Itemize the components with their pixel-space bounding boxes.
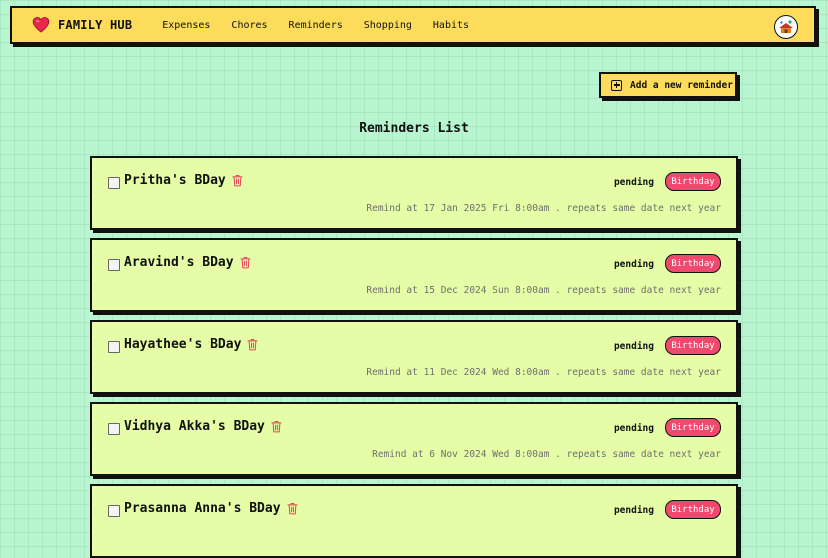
avatar-icon [776,17,796,37]
status-label: pending [613,259,654,270]
nav-link-shopping[interactable]: Shopping [364,20,412,31]
nav-link-reminders[interactable]: Reminders [289,20,343,31]
plus-square-icon [611,79,622,91]
reminder-title: Aravind's BDay [124,255,251,270]
status-label: pending [613,423,654,434]
reminder-checkbox[interactable] [108,423,120,435]
page-title: Reminders List [359,121,469,136]
reminder-title-text: Hayathee's BDay [124,337,242,352]
reminder-title: Vidhya Akka's BDay [124,419,282,434]
category-badge: Birthday [665,336,721,355]
trash-icon[interactable] [286,502,298,515]
nav-link-expenses[interactable]: Expenses [162,20,210,31]
status-label: pending [613,505,654,516]
trash-icon[interactable] [247,338,258,351]
reminder-checkbox[interactable] [108,177,120,189]
reminder-card: Aravind's BDay pending Birthday Remind a… [90,238,738,312]
reminder-card: Vidhya Akka's BDay pending Birthday Remi… [90,402,738,476]
add-reminder-label: Add a new reminder [630,79,733,91]
add-reminder-button[interactable]: Add a new reminder [599,72,737,98]
reminder-schedule: Remind at 15 Dec 2024 Sun 8:00am . repea… [366,285,721,296]
status-label: pending [613,341,654,352]
category-badge: Birthday [665,254,721,273]
trash-icon[interactable] [232,174,243,187]
nav-link-chores[interactable]: Chores [231,20,267,31]
category-badge: Birthday [665,500,721,519]
trash-icon[interactable] [271,420,282,433]
reminder-checkbox[interactable] [108,505,120,517]
reminder-schedule: Remind at 17 Jan 2025 Fri 8:00am . repea… [366,203,721,214]
reminder-checkbox[interactable] [108,259,120,271]
reminder-schedule: Remind at 11 Dec 2024 Wed 8:00am . repea… [366,367,721,378]
brand-name: FAMILY HUB [58,18,133,32]
category-badge: Birthday [665,172,721,191]
reminder-title-text: Pritha's BDay [124,173,226,188]
reminder-schedule: Remind at 6 Nov 2024 Wed 8:00am . repeat… [372,449,721,460]
reminder-title: Hayathee's BDay [124,337,258,352]
reminder-title-text: Vidhya Akka's BDay [124,419,265,434]
reminder-card: Prasanna Anna's BDay pending Birthday [90,484,738,558]
reminder-card: Hayathee's BDay pending Birthday Remind … [90,320,738,394]
reminder-title-text: Prasanna Anna's BDay [124,501,281,516]
reminder-title: Pritha's BDay [124,173,243,188]
status-label: pending [613,177,654,188]
reminder-title: Prasanna Anna's BDay [124,501,298,516]
trash-icon[interactable] [239,256,251,269]
reminder-checkbox[interactable] [108,341,120,353]
reminder-card: Pritha's BDay pending Birthday Remind at… [90,156,738,230]
brand[interactable]: FAMILY HUB [32,16,132,34]
category-badge: Birthday [665,418,721,437]
navbar: FAMILY HUB Expenses Chores Reminders Sho… [10,6,816,44]
heart-icon [32,17,50,33]
nav-links: Expenses Chores Reminders Shopping Habit… [162,20,490,31]
avatar[interactable] [774,15,798,39]
nav-link-habits[interactable]: Habits [433,20,469,31]
reminder-title-text: Aravind's BDay [124,255,234,270]
